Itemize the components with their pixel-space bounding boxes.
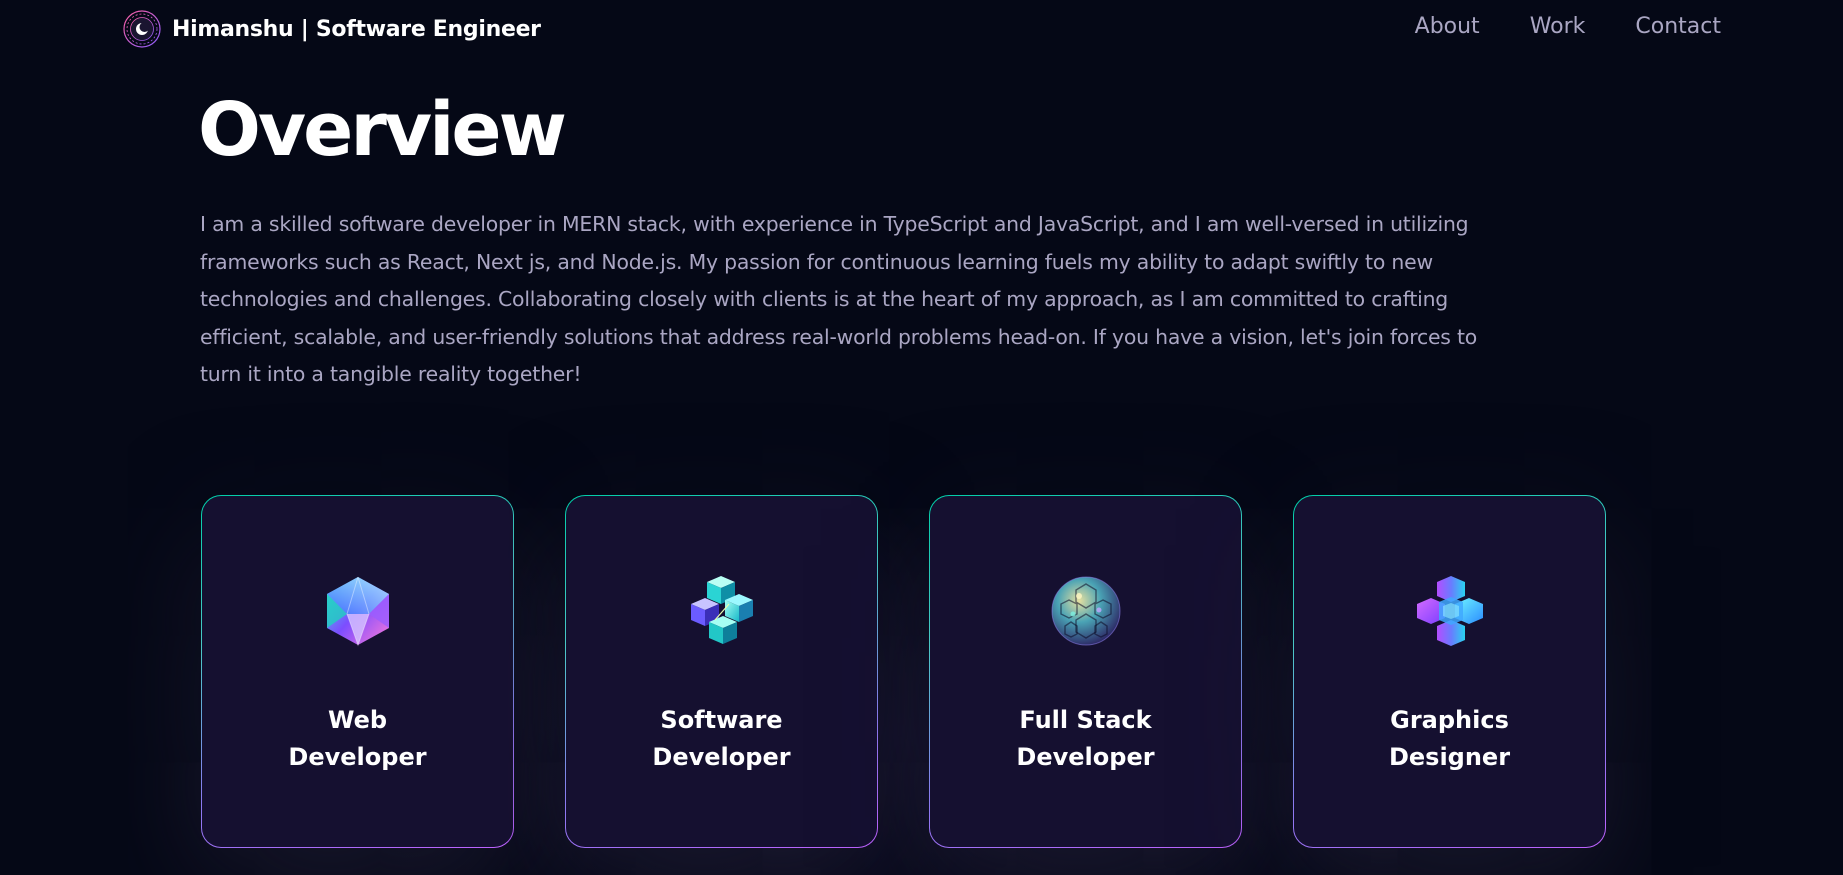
service-card-web-developer[interactable]: Web Developer	[201, 495, 514, 848]
navbar: Himanshu | Software Engineer About Work …	[0, 0, 1843, 58]
card-title: Full Stack Developer	[1016, 706, 1155, 771]
card-title: Web Developer	[288, 706, 427, 771]
card-title: Graphics Designer	[1388, 706, 1511, 771]
service-card-graphics-designer[interactable]: Graphics Designer	[1293, 495, 1606, 848]
moon-logo-icon	[123, 10, 161, 48]
card-body: Graphics Designer	[1294, 496, 1605, 847]
service-cards: Web Developer Software Developer Full St…	[201, 495, 1606, 848]
brand-name: Himanshu | Software Engineer	[172, 16, 541, 42]
icosahedron-icon	[326, 576, 389, 647]
nav-link-contact[interactable]: Contact	[1635, 14, 1721, 39]
brand-link[interactable]: Himanshu | Software Engineer	[122, 9, 541, 49]
cube-cluster-icon	[690, 576, 753, 644]
service-card-software-developer[interactable]: Software Developer	[565, 495, 878, 848]
sphere-icon	[1051, 576, 1120, 646]
card-body: Web Developer	[202, 496, 513, 847]
hexagon-cluster-icon	[1416, 576, 1483, 646]
service-card-full-stack-developer[interactable]: Full Stack Developer	[929, 495, 1242, 848]
nav-links: About Work Contact	[1415, 14, 1721, 39]
page: Himanshu | Software Engineer About Work …	[0, 0, 1843, 875]
nav-link-work[interactable]: Work	[1530, 14, 1586, 39]
overview-text: I am a skilled software developer in MER…	[200, 212, 1478, 387]
card-title: Software Developer	[652, 706, 791, 771]
card-body: Full Stack Developer	[930, 496, 1241, 847]
nav-link-about[interactable]: About	[1415, 14, 1480, 39]
card-body: Software Developer	[566, 496, 877, 847]
overview-title: Overview	[198, 87, 567, 173]
